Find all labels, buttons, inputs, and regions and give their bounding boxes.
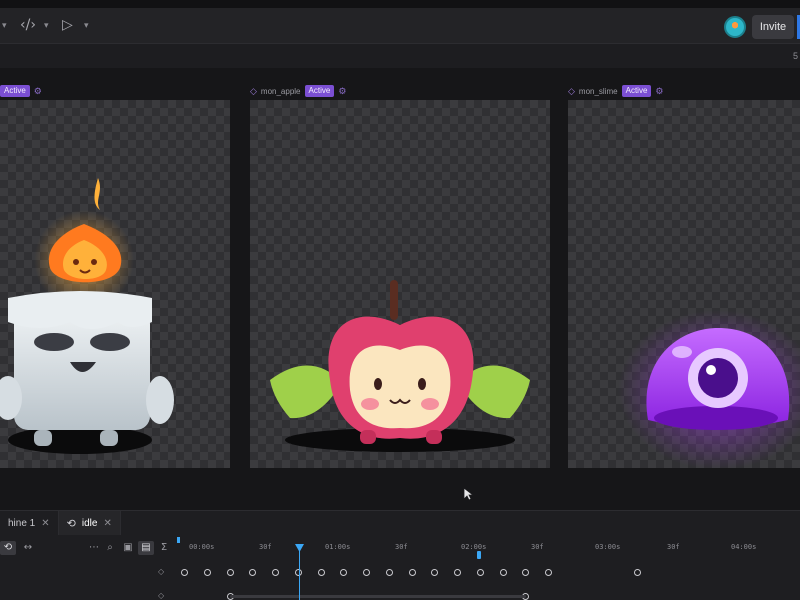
artboard-label-apple[interactable]: ◇ mon_apple Active ⚙	[250, 84, 346, 98]
artboard-name: mon_apple	[260, 86, 301, 96]
artboard-label-slime[interactable]: ◇ mon_slime Active ⚙	[568, 84, 663, 98]
keyframe[interactable]	[522, 569, 529, 576]
artboard-name: mon_slime	[578, 86, 618, 96]
ruler-label: 30f	[395, 543, 408, 551]
canvas[interactable]: Active ⚙ ◇ mon_apple Active ⚙ ◇ mon_slim…	[0, 68, 800, 510]
loop-mode-icon[interactable]: ⟲	[0, 541, 16, 555]
diamond-icon[interactable]: ◇	[158, 567, 164, 576]
keyframe[interactable]	[409, 569, 416, 576]
keyframe[interactable]	[477, 569, 484, 576]
apple-character-illustration	[270, 280, 530, 452]
tab-idle[interactable]: ⟲ idle ✕	[58, 511, 121, 535]
canvas-subbar: 5	[0, 44, 800, 68]
diamond-icon: ◇	[568, 85, 575, 96]
keyframe[interactable]	[181, 569, 188, 576]
slime-character-illustration	[618, 310, 800, 468]
keyframe[interactable]	[500, 569, 507, 576]
timeline-tracks[interactable]	[175, 555, 800, 600]
keyframe[interactable]	[545, 569, 552, 576]
status-badge: Active	[304, 85, 335, 97]
loop-icon: ⟲	[66, 517, 76, 530]
tab-state-machine[interactable]: hine 1 ✕	[0, 511, 59, 535]
keyframe[interactable]	[363, 569, 370, 576]
sigma-icon[interactable]: Σ	[156, 541, 172, 555]
playhead-line	[299, 547, 300, 600]
snap-icon[interactable]: ▣	[120, 541, 136, 555]
search-icon[interactable]: ⌕	[102, 541, 118, 555]
gear-icon[interactable]: ⚙	[338, 86, 346, 97]
close-icon[interactable]: ✕	[41, 518, 49, 529]
chevron-down-icon[interactable]: ▾	[44, 20, 49, 31]
keyframe[interactable]	[340, 569, 347, 576]
artboard-label-candle[interactable]: Active ⚙	[0, 84, 42, 98]
ruler-label: 02:00s	[461, 543, 487, 551]
tab-label: idle	[81, 517, 98, 529]
tab-label: hine 1	[8, 517, 36, 529]
timeline-controls: ⟲ ↔ ⋯ ⌕ ▣ ▤ Σ ◇ ◇	[0, 539, 175, 600]
keyframe[interactable]	[634, 569, 641, 576]
artboard-apple[interactable]	[250, 100, 550, 468]
keyframe[interactable]	[204, 569, 211, 576]
keyframe[interactable]	[454, 569, 461, 576]
timeline-range-bar[interactable]	[230, 595, 526, 598]
status-badge: Active	[0, 85, 30, 97]
timeline-tabs: hine 1 ✕ ⟲ idle ✕	[0, 511, 121, 535]
ruler-label: 04:00s	[731, 543, 757, 551]
zoom-readout: 5	[792, 51, 798, 61]
chevron-down-icon[interactable]: ▾	[2, 20, 7, 31]
artboard-candle[interactable]	[0, 100, 230, 468]
invite-button[interactable]: Invite	[752, 15, 794, 39]
keyframe[interactable]	[431, 569, 438, 576]
timeline-marker[interactable]	[477, 551, 481, 559]
gear-icon[interactable]: ⚙	[34, 86, 42, 97]
app-window: ▾ ‹/› ▾ ▷ ▾ Invite 5 Active ⚙ ◇ mon_appl…	[0, 0, 800, 600]
keyframe[interactable]	[249, 569, 256, 576]
avatar[interactable]	[724, 16, 746, 38]
diamond-icon[interactable]: ◇	[158, 591, 164, 600]
code-icon[interactable]: ‹/›	[20, 17, 36, 33]
keyframe[interactable]	[386, 569, 393, 576]
ruler-label: 30f	[667, 543, 680, 551]
diamond-icon: ◇	[250, 85, 257, 96]
main-toolbar: ▾ ‹/› ▾ ▷ ▾	[0, 8, 800, 44]
timeline-ruler[interactable]: 00:00s 30f 01:00s 30f 02:00s 30f 03:00s …	[175, 541, 800, 555]
more-icon[interactable]: ⋯	[86, 541, 102, 555]
timeline-panel: hine 1 ✕ ⟲ idle ✕ ⟲ ↔ ⋯ ⌕ ▣ ▤ Σ ◇ ◇ 00:0…	[0, 510, 800, 600]
ruler-label: 30f	[259, 543, 272, 551]
play-icon[interactable]: ▷	[62, 17, 73, 33]
keyframe[interactable]	[227, 569, 234, 576]
cursor-icon	[463, 487, 475, 501]
close-icon[interactable]: ✕	[103, 518, 111, 529]
graph-icon[interactable]: ▤	[138, 541, 154, 555]
ruler-label: 01:00s	[325, 543, 351, 551]
chevron-down-icon[interactable]: ▾	[84, 20, 89, 31]
window-top-strip	[0, 0, 800, 8]
ruler-label: 00:00s	[189, 543, 215, 551]
status-badge: Active	[621, 85, 652, 97]
keyframe[interactable]	[318, 569, 325, 576]
ruler-label: 03:00s	[595, 543, 621, 551]
gear-icon[interactable]: ⚙	[655, 86, 663, 97]
artboard-slime[interactable]	[568, 100, 800, 468]
ping-pong-icon[interactable]: ↔	[20, 541, 36, 555]
candle-character-illustration	[0, 178, 174, 454]
ruler-label: 30f	[531, 543, 544, 551]
keyframe[interactable]	[272, 569, 279, 576]
